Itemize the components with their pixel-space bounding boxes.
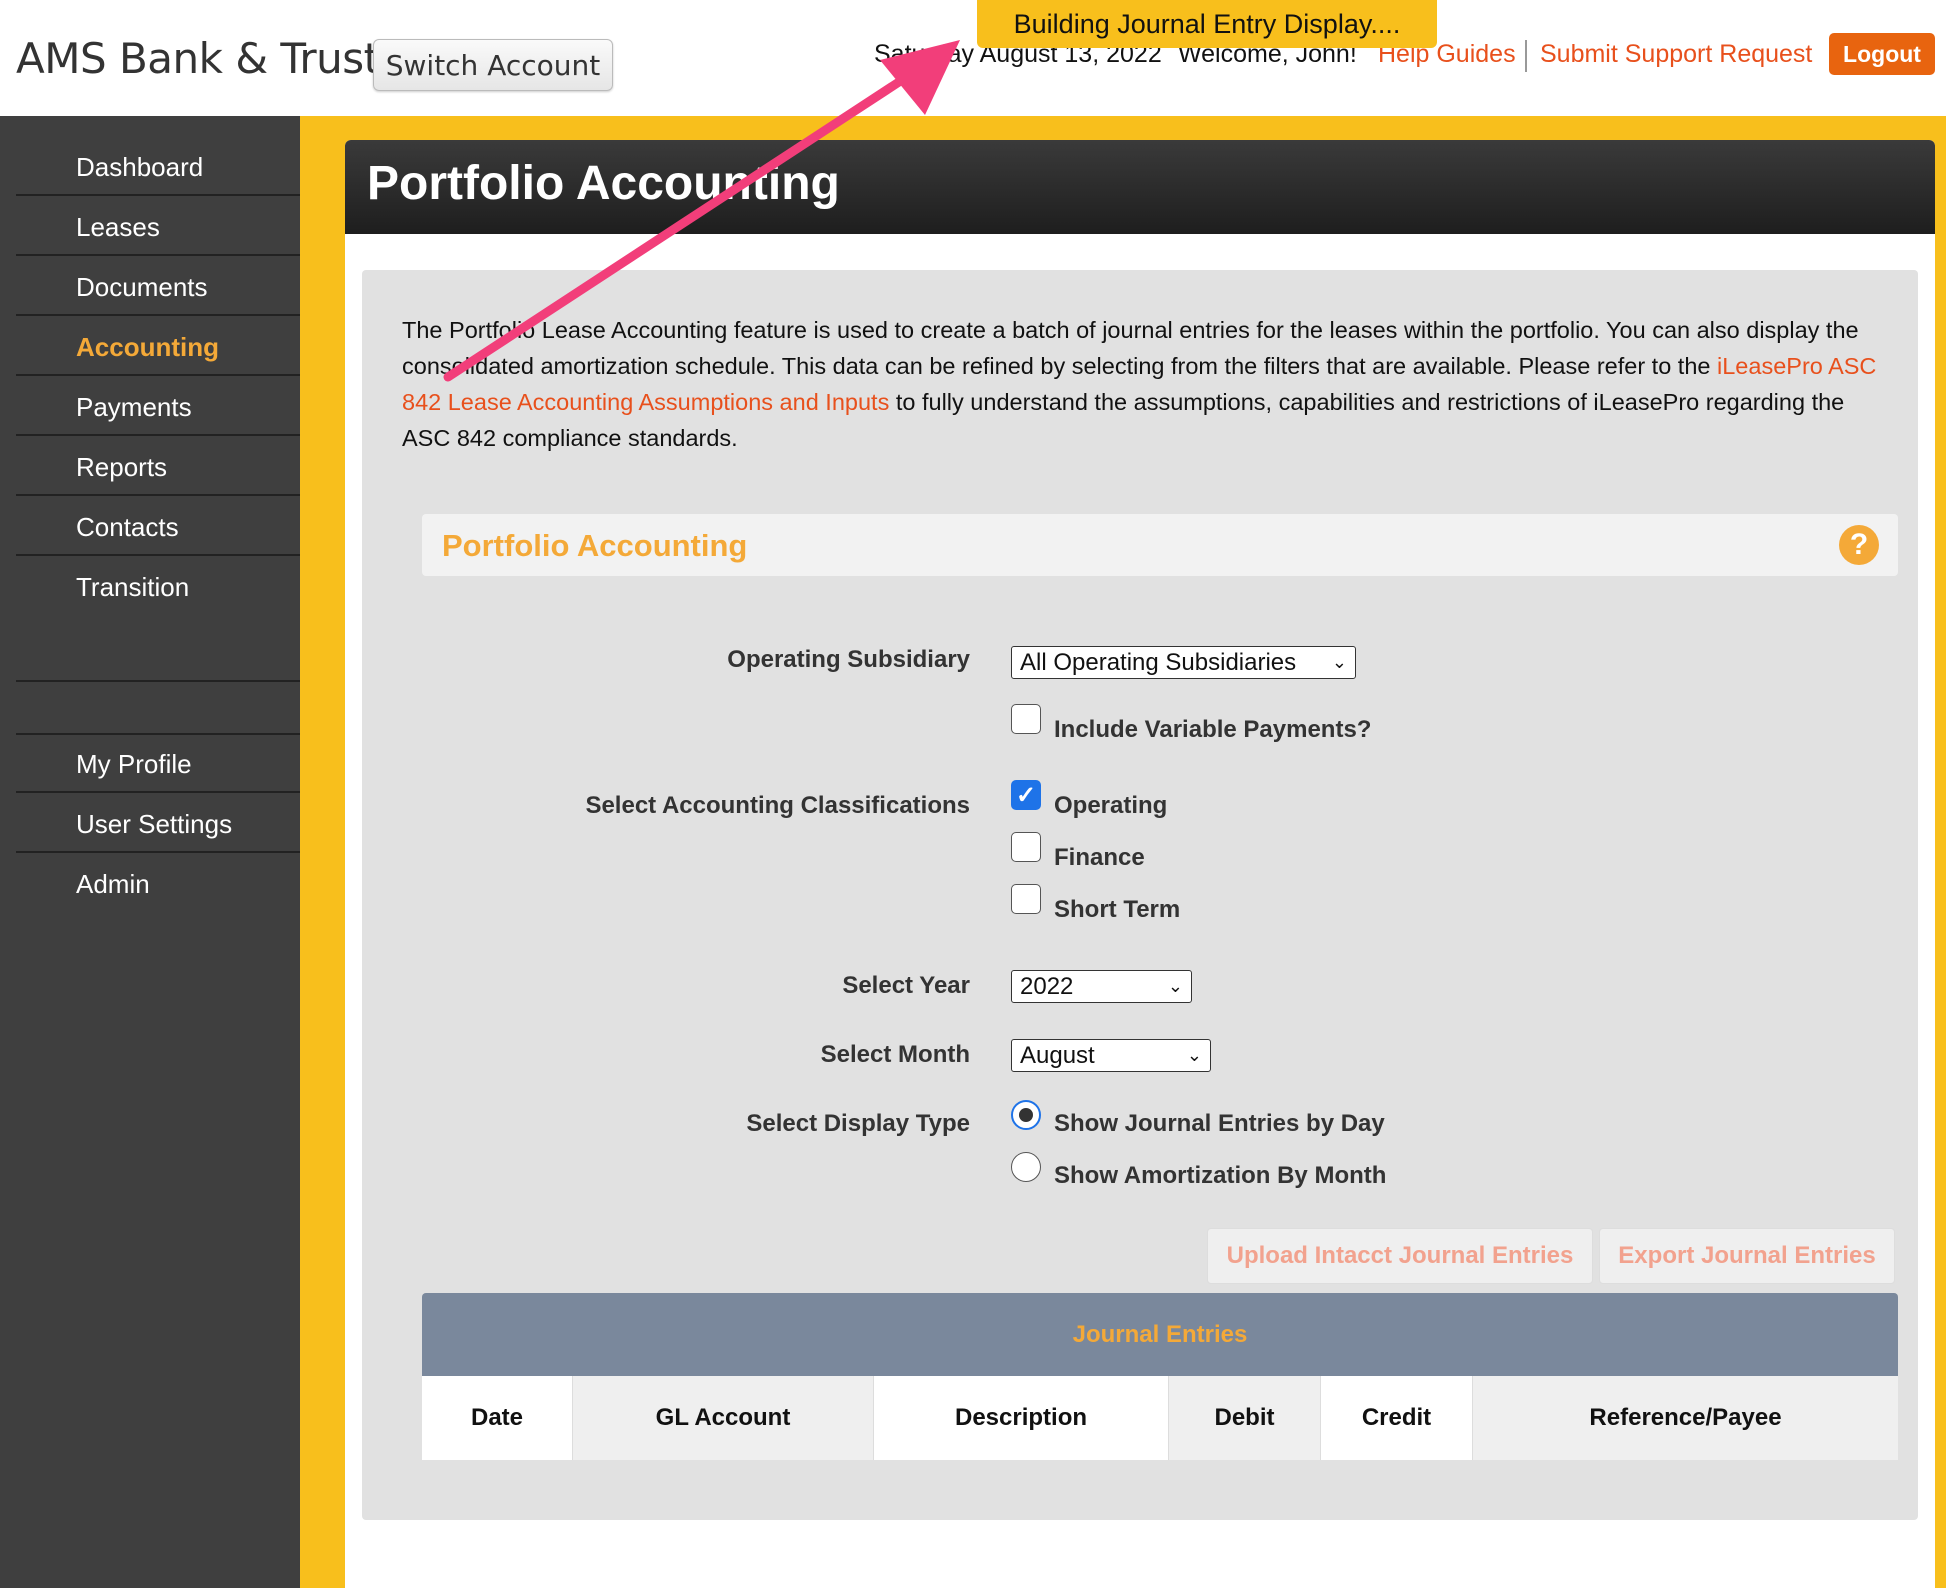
operating-subsidiary-label: Operating Subsidiary: [727, 646, 970, 673]
top-header: AMS Bank & Trust Switch Account Saturday…: [0, 0, 1946, 116]
help-icon[interactable]: ?: [1839, 525, 1879, 565]
chevron-down-icon: ⌄: [1167, 976, 1183, 996]
column-date[interactable]: Date: [422, 1376, 573, 1460]
column-gl-account[interactable]: GL Account: [573, 1376, 874, 1460]
column-debit[interactable]: Debit: [1169, 1376, 1321, 1460]
sidebar-item-my-profile[interactable]: My Profile: [16, 735, 300, 793]
month-label: Select Month: [820, 1041, 970, 1068]
sidebar-item-admin[interactable]: Admin: [16, 855, 300, 913]
sidebar-item-label: User Settings: [76, 809, 233, 839]
finance-checkbox[interactable]: [1011, 832, 1041, 862]
submit-support-link[interactable]: Submit Support Request: [1540, 40, 1812, 69]
sidebar-item-label: Accounting: [76, 332, 219, 362]
select-value: 2022: [1020, 973, 1074, 1000]
display-type-label: Select Display Type: [746, 1110, 970, 1137]
chevron-down-icon: ⌄: [1186, 1045, 1202, 1065]
year-label: Select Year: [842, 972, 970, 999]
classifications-label: Select Accounting Classifications: [585, 792, 970, 819]
sidebar-item-label: Documents: [76, 272, 208, 302]
sidebar-item-label: Leases: [76, 212, 160, 242]
month-select[interactable]: August ⌄: [1011, 1039, 1211, 1072]
status-toast: Building Journal Entry Display....: [977, 0, 1437, 48]
short-term-label: Short Term: [1054, 896, 1181, 923]
header-divider: [1525, 40, 1527, 72]
sidebar-item-leases[interactable]: Leases: [16, 198, 300, 256]
section-header: Portfolio Accounting: [422, 514, 1898, 576]
intro-text: The Portfolio Lease Accounting feature i…: [402, 317, 1859, 379]
logout-button[interactable]: Logout: [1829, 33, 1935, 75]
sidebar-item-label: Contacts: [76, 512, 179, 542]
include-variable-checkbox[interactable]: [1011, 704, 1041, 734]
journal-entries-header: Journal Entries: [422, 1293, 1898, 1376]
sidebar-item-user-settings[interactable]: User Settings: [16, 795, 300, 853]
sidebar-item-dashboard[interactable]: Dashboard: [16, 138, 300, 196]
amortization-by-month-radio[interactable]: [1011, 1152, 1041, 1182]
sidebar-item-documents[interactable]: Documents: [16, 258, 300, 316]
bank-logo: AMS Bank & Trust: [16, 34, 380, 83]
operating-label: Operating: [1054, 792, 1168, 819]
check-icon: ✓: [1015, 781, 1037, 809]
sidebar-item-accounting[interactable]: Accounting: [16, 318, 300, 376]
sidebar-item-transition[interactable]: Transition: [16, 558, 300, 616]
page-title: Portfolio Accounting: [367, 157, 840, 210]
intro-paragraph: The Portfolio Lease Accounting feature i…: [402, 312, 1882, 456]
sidebar-item-label: Transition: [76, 572, 190, 602]
journal-by-day-radio[interactable]: [1011, 1100, 1041, 1130]
column-description[interactable]: Description: [874, 1376, 1169, 1460]
sidebar-item-label: Payments: [76, 392, 192, 422]
operating-checkbox[interactable]: ✓: [1011, 780, 1041, 810]
sidebar-item-label: My Profile: [76, 749, 192, 779]
short-term-checkbox[interactable]: [1011, 884, 1041, 914]
finance-label: Finance: [1054, 844, 1145, 871]
table-column-headers: Date GL Account Description Debit Credit…: [422, 1376, 1898, 1460]
switch-account-button[interactable]: Switch Account: [373, 39, 613, 91]
upload-intacct-button[interactable]: Upload Intacct Journal Entries: [1207, 1228, 1593, 1284]
journal-by-day-label: Show Journal Entries by Day: [1054, 1110, 1385, 1137]
year-select[interactable]: 2022 ⌄: [1011, 970, 1192, 1003]
operating-subsidiary-select[interactable]: All Operating Subsidiaries ⌄: [1011, 646, 1356, 679]
column-reference-payee[interactable]: Reference/Payee: [1473, 1376, 1898, 1460]
sidebar-item-label: Admin: [76, 869, 150, 899]
sidebar-item-label: Dashboard: [76, 152, 204, 182]
select-value: August: [1020, 1042, 1095, 1069]
sidebar-item-contacts[interactable]: Contacts: [16, 498, 300, 556]
chevron-down-icon: ⌄: [1331, 652, 1347, 672]
sidebar-item-reports[interactable]: Reports: [16, 438, 300, 496]
select-value: All Operating Subsidiaries: [1020, 649, 1297, 676]
sidebar-item-payments[interactable]: Payments: [16, 378, 300, 436]
column-credit[interactable]: Credit: [1321, 1376, 1473, 1460]
export-journal-button[interactable]: Export Journal Entries: [1599, 1228, 1895, 1284]
nav-divider: [16, 680, 300, 682]
sidebar-item-label: Reports: [76, 452, 168, 482]
include-variable-label: Include Variable Payments?: [1054, 716, 1372, 743]
amortization-by-month-label: Show Amortization By Month: [1054, 1162, 1387, 1189]
section-title: Portfolio Accounting: [442, 528, 748, 563]
table-title: Journal Entries: [1072, 1321, 1248, 1348]
page-title-bar: Portfolio Accounting: [345, 140, 1935, 234]
